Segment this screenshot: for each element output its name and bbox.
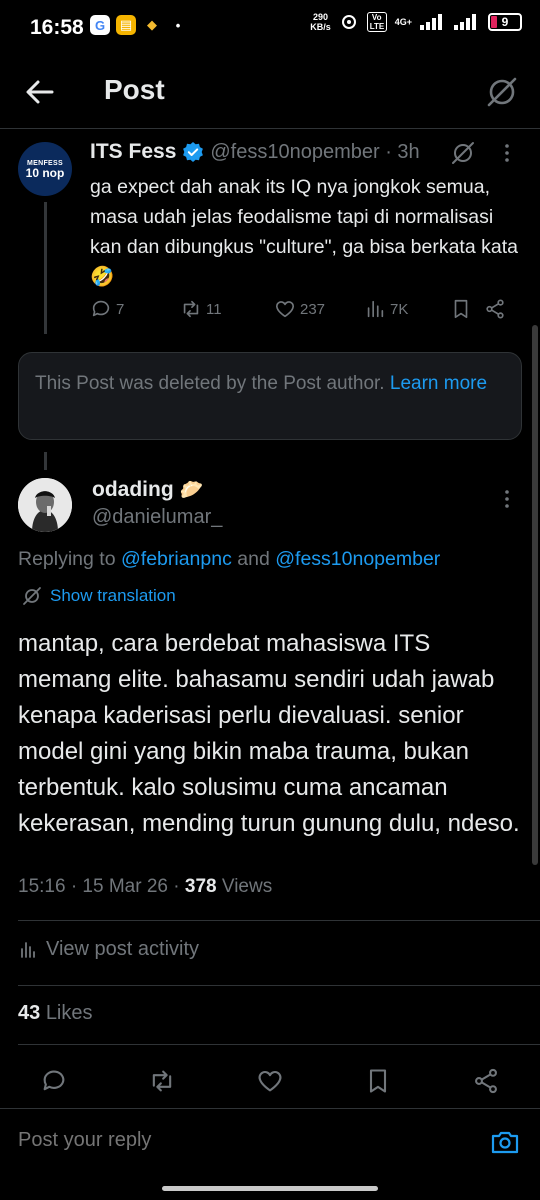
- like-button[interactable]: 237: [274, 298, 364, 320]
- mention-link[interactable]: @febrianpnc: [121, 548, 232, 570]
- grok-icon: [487, 77, 517, 107]
- like-count: 237: [300, 300, 326, 318]
- thread-line: [44, 202, 47, 334]
- share-icon[interactable]: [472, 1067, 500, 1095]
- network-type: 4G+: [394, 17, 412, 27]
- heart-icon[interactable]: [256, 1067, 284, 1095]
- avatar-image: [18, 478, 72, 532]
- deleted-notice-text: This Post was deleted by the Post author…: [35, 373, 385, 394]
- post-actions: [18, 1060, 522, 1102]
- name-emoji: 🥟: [179, 480, 204, 501]
- analytics-icon: [21, 941, 35, 958]
- likes-summary[interactable]: 43 Likes: [18, 1002, 93, 1025]
- divider: [0, 128, 540, 129]
- mention-link[interactable]: @fess10nopember: [275, 548, 440, 570]
- signal-icon-2: [454, 14, 476, 30]
- repost-icon[interactable]: [148, 1067, 176, 1095]
- show-translation-button[interactable]: Show translation: [22, 586, 176, 606]
- view-count: 378: [184, 876, 217, 897]
- binance-icon: ◆: [142, 15, 162, 35]
- reply-icon: [92, 300, 110, 317]
- more-vertical-icon: [505, 144, 509, 162]
- bookmark-button[interactable]: [450, 298, 484, 320]
- hotspot-icon: [341, 15, 356, 29]
- top-header: Post: [0, 56, 540, 128]
- bookmark-icon: [454, 299, 468, 319]
- author-handle: @fess10nopember · 3h: [210, 140, 420, 163]
- volte-indicator: Vo LTE: [366, 12, 387, 32]
- share-button[interactable]: [484, 298, 514, 320]
- author-name-row: odading 🥟: [92, 478, 203, 502]
- post-timestamp: 15:16 · 15 Mar 26 ·: [18, 876, 180, 897]
- post-meta: 15:16 · 15 Mar 26 · 378 Views: [18, 876, 273, 897]
- reply-icon[interactable]: [40, 1067, 68, 1095]
- post-text: mantap, cara berdebat mahasiswa ITS mema…: [18, 630, 520, 837]
- post-header: ITS Fess @fess10nopember · 3h: [90, 140, 490, 164]
- grok-button[interactable]: [484, 74, 520, 110]
- divider: [18, 920, 540, 921]
- grok-icon: [23, 587, 41, 605]
- signal-icon: [420, 14, 442, 30]
- deleted-post-notice: This Post was deleted by the Post author…: [18, 352, 522, 440]
- avatar[interactable]: MENFESS 10 nop: [18, 142, 72, 196]
- repost-button[interactable]: 11: [180, 298, 274, 320]
- home-indicator[interactable]: [162, 1186, 378, 1191]
- analytics-icon: [367, 300, 384, 318]
- repost-icon: [183, 300, 199, 318]
- status-indicators: 290 KB/s Vo LTE 4G+ 9: [310, 12, 522, 32]
- likes-count: 43: [18, 1002, 41, 1024]
- learn-more-link[interactable]: Learn more: [390, 373, 487, 394]
- status-time: 16:58: [30, 16, 84, 39]
- verified-badge-icon: [183, 142, 204, 162]
- battery-level: 9: [501, 15, 509, 29]
- author-name[interactable]: odading: [92, 478, 174, 502]
- reply-input[interactable]: [18, 1129, 458, 1152]
- divider: [18, 985, 540, 986]
- share-icon: [486, 299, 504, 319]
- views-button[interactable]: 7K: [364, 298, 450, 320]
- author-handle[interactable]: @danielumar_: [92, 506, 222, 529]
- arrow-left-icon: [26, 80, 54, 104]
- bookmark-icon[interactable]: [364, 1067, 392, 1095]
- reply-bar: [0, 1109, 540, 1179]
- status-app-icons: G ▤ ◆ •: [90, 15, 188, 35]
- scrollbar[interactable]: [532, 325, 538, 865]
- reply-count: 7: [116, 300, 125, 318]
- network-speed: 290 KB/s: [310, 12, 331, 32]
- camera-icon: [491, 1131, 519, 1154]
- parent-post[interactable]: MENFESS 10 nop ITS Fess @fess10nopember …: [0, 130, 540, 340]
- notes-app-icon: ▤: [116, 15, 136, 35]
- author-name[interactable]: ITS Fess: [90, 140, 176, 164]
- heart-icon: [275, 301, 295, 318]
- page-title: Post: [104, 74, 165, 105]
- grok-icon: [452, 142, 474, 164]
- post-text: ga expect dah anak its IQ nya jongkok se…: [90, 176, 518, 288]
- more-options-button[interactable]: [494, 486, 520, 512]
- view-count: 7K: [390, 300, 409, 318]
- camera-button[interactable]: [490, 1127, 520, 1157]
- repost-count: 11: [206, 300, 222, 318]
- replying-to: Replying to @febrianpnc and @fess10nopem…: [18, 548, 441, 570]
- back-button[interactable]: [22, 74, 58, 110]
- status-bar: 16:58 G ▤ ◆ • 290 KB/s Vo LTE 4G+ 9: [0, 0, 540, 56]
- avatar[interactable]: [18, 478, 72, 532]
- view-post-activity-button[interactable]: View post activity: [18, 938, 199, 961]
- more-dots-icon: •: [175, 17, 181, 33]
- divider: [18, 1044, 540, 1045]
- grok-button[interactable]: [450, 140, 476, 166]
- more-vertical-icon: [505, 490, 509, 508]
- reply-button[interactable]: 7: [90, 298, 180, 320]
- google-icon: G: [90, 15, 110, 35]
- thread-line: [44, 452, 47, 470]
- post-actions: 7 11 237 7K: [90, 294, 520, 324]
- more-options-button[interactable]: [494, 140, 520, 166]
- battery-icon: 9: [488, 13, 522, 31]
